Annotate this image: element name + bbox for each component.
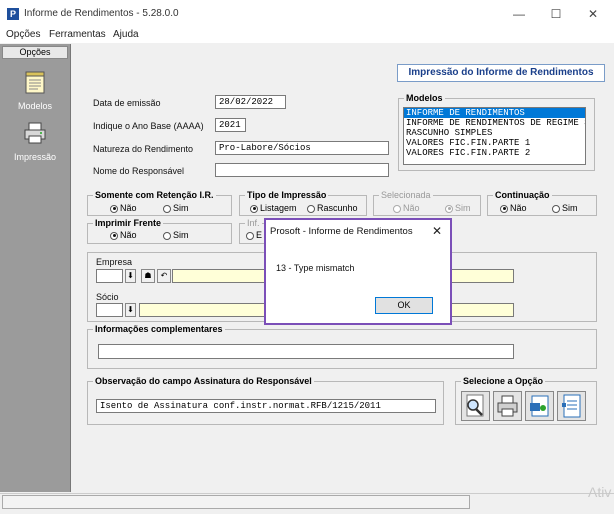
minimize-button[interactable]: — — [504, 4, 534, 24]
selecionada-nao-radio: Não — [393, 203, 420, 213]
rascunho-radio[interactable]: Rascunho — [307, 203, 358, 213]
listagem-radio[interactable]: Listagem — [250, 203, 297, 213]
inf-option-label: E — [256, 230, 263, 240]
observacao-input[interactable]: Isento de Assinatura conf.instr.normat.R… — [96, 399, 436, 413]
dialog-title: Prosoft - Informe de Rendimentos — [270, 226, 413, 237]
dialog-ok-button[interactable]: OK — [375, 297, 433, 314]
data-emissao-label: Data de emissão — [93, 98, 161, 108]
frente-sim-radio[interactable]: Sim — [163, 230, 189, 240]
export-icon — [530, 395, 549, 417]
window-title: Informe de Rendimentos - 5.28.0.0 — [24, 8, 179, 19]
list-item[interactable]: INFORME DE RENDIMENTOS — [404, 108, 585, 118]
modelos-list[interactable]: INFORME DE RENDIMENTOS INFORME DE RENDIM… — [403, 107, 586, 165]
left-panel — [0, 44, 71, 492]
document-button[interactable] — [557, 391, 586, 421]
list-item[interactable]: RASCUNHO SIMPLES — [404, 128, 585, 138]
frente-nao-radio[interactable]: Não — [110, 230, 137, 240]
menu-ajuda[interactable]: Ajuda — [113, 29, 139, 40]
imprimir-frente-title: Imprimir Frente — [93, 218, 164, 228]
notepad-icon[interactable] — [25, 70, 45, 94]
socio-label: Sócio — [96, 292, 119, 302]
maximize-button[interactable]: ☐ — [541, 4, 571, 24]
info-compl-input[interactable] — [98, 344, 514, 359]
document-icon — [562, 394, 581, 418]
left-item-impressao[interactable]: Impressão — [2, 152, 68, 162]
modelos-title: Modelos — [404, 93, 445, 103]
error-dialog: Prosoft - Informe de Rendimentos ✕ 13 - … — [264, 218, 452, 325]
empresa-label: Empresa — [96, 257, 133, 267]
preview-icon — [466, 394, 484, 417]
menu-opcoes[interactable]: Opções — [6, 29, 40, 40]
retencao-nao-radio[interactable]: Não — [110, 203, 137, 213]
empresa-code-input[interactable] — [96, 269, 123, 283]
tipo-impressao-title: Tipo de Impressão — [245, 190, 329, 200]
socio-download-icon[interactable]: ⬇ — [125, 303, 136, 317]
natureza-input[interactable]: Pro-Labore/Sócios — [215, 141, 389, 155]
printer-icon[interactable] — [23, 121, 47, 145]
selecione-title: Selecione a Opção — [461, 376, 546, 386]
observacao-title: Observação do campo Assinatura do Respon… — [93, 376, 314, 386]
activation-watermark: Ativ — [588, 484, 612, 500]
close-window-button[interactable]: ✕ — [578, 4, 608, 24]
selecionada-title: Selecionada — [379, 190, 433, 200]
list-item[interactable]: VALORES FIC.FIN.PARTE 2 — [404, 148, 585, 158]
frente-nao-label: Não — [120, 230, 137, 240]
empresa-undo-icon[interactable]: ↶ — [157, 269, 171, 283]
inf-radio[interactable]: E — [246, 230, 262, 240]
info-compl-title: Informações complementares — [93, 324, 225, 334]
continuacao-sim-label: Sim — [562, 203, 578, 213]
preview-button[interactable] — [461, 391, 490, 421]
rascunho-label: Rascunho — [317, 203, 358, 213]
selecionada-sim-radio: Sim — [445, 203, 471, 213]
retencao-sim-label: Sim — [173, 203, 189, 213]
socio-code-input[interactable] — [96, 303, 123, 317]
data-emissao-input[interactable]: 28/02/2022 — [215, 95, 286, 109]
empresa-search-icon[interactable]: ☗ — [141, 269, 155, 283]
retencao-title: Somente com Retenção I.R. — [93, 190, 216, 200]
retencao-nao-label: Não — [120, 203, 137, 213]
natureza-label: Natureza do Rendimento — [93, 144, 194, 154]
left-item-modelos[interactable]: Modelos — [2, 101, 68, 111]
retencao-sim-radio[interactable]: Sim — [163, 203, 189, 213]
selecionada-sim-label: Sim — [455, 203, 471, 213]
menu-ferramentas[interactable]: Ferramentas — [49, 29, 106, 40]
inf-title: Inf. — [245, 218, 262, 228]
empresa-download-icon[interactable]: ⬇ — [125, 269, 136, 283]
frente-sim-label: Sim — [173, 230, 189, 240]
export-button[interactable] — [525, 391, 554, 421]
print-button[interactable] — [493, 391, 522, 421]
left-panel-header: Opções — [2, 46, 68, 59]
dialog-close-button[interactable]: ✕ — [428, 222, 446, 240]
list-item[interactable]: VALORES FIC.FIN.PARTE 1 — [404, 138, 585, 148]
print-report-header-button[interactable]: Impressão do Informe de Rendimentos — [397, 64, 605, 82]
listagem-label: Listagem — [260, 203, 297, 213]
ano-base-label: Indique o Ano Base (AAAA) — [93, 121, 204, 131]
continuacao-title: Continuação — [493, 190, 552, 200]
continuacao-sim-radio[interactable]: Sim — [552, 203, 578, 213]
responsavel-label: Nome do Responsável — [93, 166, 185, 176]
responsavel-input[interactable] — [215, 163, 389, 177]
app-logo-icon: P — [7, 8, 19, 20]
continuacao-nao-radio[interactable]: Não — [500, 203, 527, 213]
ano-base-input[interactable]: 2021 — [215, 118, 246, 132]
print-icon — [497, 395, 518, 417]
dialog-message: 13 - Type mismatch — [276, 263, 355, 273]
continuacao-nao-label: Não — [510, 203, 527, 213]
list-item[interactable]: INFORME DE RENDIMENTOS DE REGIME S — [404, 118, 585, 128]
status-cell — [2, 495, 470, 509]
selecionada-nao-label: Não — [403, 203, 420, 213]
